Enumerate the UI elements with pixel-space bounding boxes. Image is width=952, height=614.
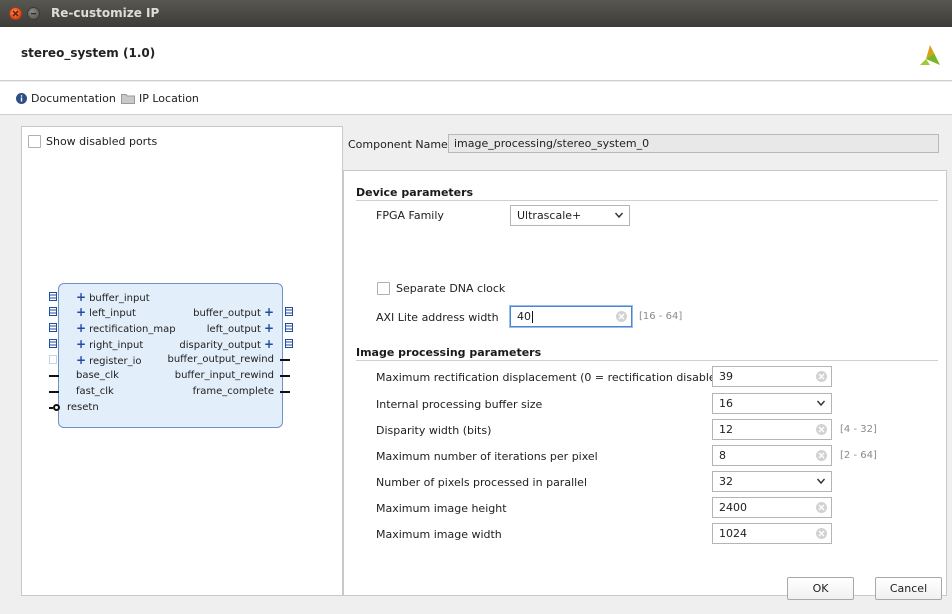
max-iterations-range: [2 - 64] [840, 450, 877, 461]
chevron-down-icon [614, 212, 624, 219]
ok-button[interactable]: OK [787, 577, 854, 600]
axi-lite-width-label: AXI Lite address width [376, 311, 499, 324]
folder-icon [121, 94, 135, 104]
axi-lite-width-input[interactable]: 40 [510, 306, 632, 327]
port-buffer-input: + buffer_input [49, 290, 150, 306]
separate-dna-clock-checkbox[interactable] [377, 282, 390, 295]
port-frame-complete: frame_complete [193, 385, 290, 399]
close-window-button[interactable] [9, 7, 22, 20]
show-disabled-ports-checkbox[interactable] [28, 135, 41, 148]
bus-interface-icon [285, 307, 293, 316]
window-title: Re-customize IP [51, 6, 160, 20]
max-image-width-input[interactable]: 1024 [712, 523, 832, 544]
max-image-height-input[interactable]: 2400 [712, 497, 832, 518]
fpga-family-select[interactable]: Ultrascale+ [510, 205, 630, 226]
axi-lite-width-range: [16 - 64] [639, 311, 683, 322]
separate-dna-clock-row[interactable]: Separate DNA clock [377, 282, 505, 295]
ip-location-label: IP Location [139, 92, 199, 105]
port-buffer-input-rewind: buffer_input_rewind [175, 369, 290, 383]
active-low-icon [53, 404, 60, 411]
max-rectification-displacement-input[interactable]: 39 [712, 366, 832, 387]
cancel-button[interactable]: Cancel [875, 577, 942, 600]
port-fast-clk: fast_clk [49, 385, 114, 399]
links-bar: Documentation IP Location [0, 82, 952, 115]
port-left-output: left_output + [207, 321, 293, 337]
bus-interface-icon [49, 339, 57, 348]
bus-interface-icon [49, 292, 57, 301]
image-parameters-title: Image processing parameters [356, 346, 542, 359]
param-label: Maximum number of iterations per pixel [376, 450, 598, 463]
documentation-label: Documentation [31, 92, 116, 105]
window-titlebar: Re-customize IP [0, 0, 952, 27]
close-icon [12, 10, 19, 17]
section-divider [356, 200, 938, 201]
dialog-header: stereo_system (1.0) [0, 27, 952, 81]
clear-icon[interactable] [616, 311, 627, 322]
max-iterations-input[interactable]: 8 [712, 445, 832, 466]
clear-icon[interactable] [816, 424, 827, 435]
pixels-parallel-select[interactable]: 32 [712, 471, 832, 492]
disparity-width-range: [4 - 32] [840, 424, 877, 435]
show-disabled-ports-label: Show disabled ports [46, 135, 158, 148]
chevron-down-icon [816, 400, 826, 407]
clear-icon[interactable] [816, 502, 827, 513]
disparity-width-input[interactable]: 12 [712, 419, 832, 440]
port-disparity-output: disparity_output + [179, 337, 293, 353]
clear-icon[interactable] [816, 450, 827, 461]
parameters-panel: Component Name image_processing/stereo_s… [343, 126, 952, 596]
ip-title: stereo_system (1.0) [21, 46, 156, 60]
internal-buffer-size-select[interactable]: 16 [712, 393, 832, 414]
param-label: Maximum rectification displacement (0 = … [376, 371, 727, 384]
clear-icon[interactable] [816, 528, 827, 539]
param-label: Internal processing buffer size [376, 398, 543, 411]
ip-location-link[interactable]: IP Location [121, 92, 199, 105]
port-resetn: resetn [49, 401, 99, 415]
bus-interface-icon [49, 355, 57, 364]
port-buffer-output: buffer_output + [193, 305, 293, 321]
port-right-input: + right_input [49, 337, 143, 353]
component-name-label: Component Name [348, 138, 448, 151]
show-disabled-ports-row[interactable]: Show disabled ports [28, 135, 157, 148]
bus-interface-icon [49, 323, 57, 332]
chevron-down-icon [816, 478, 826, 485]
parameters-box: Device parameters FPGA Family Ultrascale… [343, 170, 947, 596]
vivado-logo-icon [920, 45, 940, 65]
port-rectification-map: + rectification_map [49, 321, 176, 337]
bus-interface-icon [49, 307, 57, 316]
param-label: Maximum image height [376, 502, 507, 515]
section-divider [356, 360, 938, 361]
bus-interface-icon [285, 323, 293, 332]
info-icon [16, 93, 27, 104]
documentation-link[interactable]: Documentation [16, 92, 116, 105]
minimize-window-button[interactable] [27, 7, 40, 20]
bus-interface-icon [285, 339, 293, 348]
port-left-input: + left_input [49, 305, 136, 321]
param-label: Disparity width (bits) [376, 424, 492, 437]
clear-icon[interactable] [816, 371, 827, 382]
port-register-io: + register_io [49, 353, 142, 369]
separate-dna-clock-label: Separate DNA clock [396, 282, 506, 295]
param-label: Maximum image width [376, 528, 502, 541]
param-label: Number of pixels processed in parallel [376, 476, 588, 489]
ip-block-symbol: + buffer_input + left_input + rectification… [49, 283, 293, 428]
port-base-clk: base_clk [49, 369, 119, 383]
component-name-field[interactable]: image_processing/stereo_system_0 [448, 134, 939, 153]
minimize-icon [31, 13, 36, 15]
port-buffer-output-rewind: buffer_output_rewind [167, 353, 290, 367]
ip-symbol-panel: Show disabled ports + buffer_input + left_… [21, 126, 343, 596]
fpga-family-label: FPGA Family [376, 209, 444, 222]
device-parameters-title: Device parameters [356, 186, 474, 199]
